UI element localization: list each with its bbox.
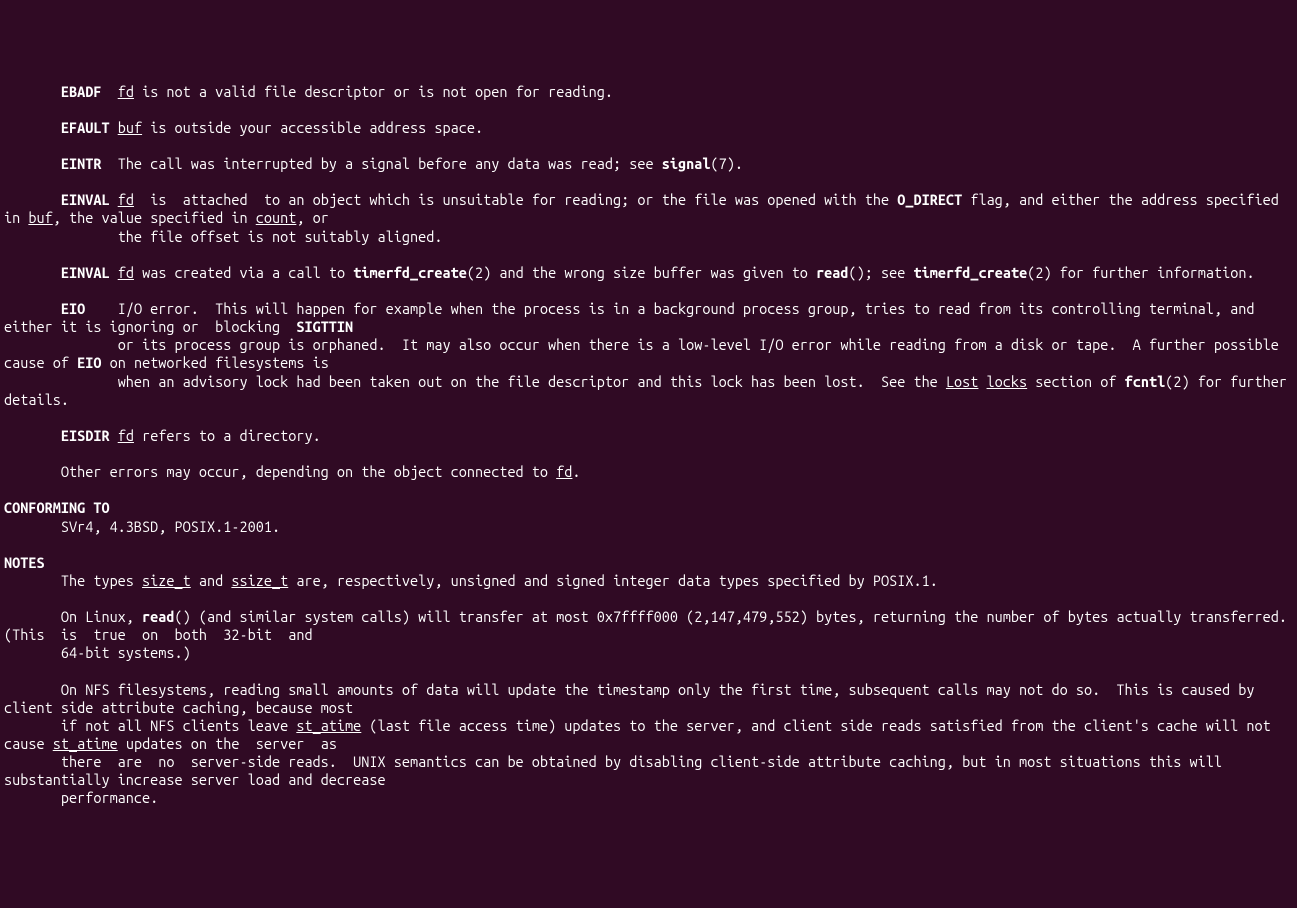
err-eisdir: EISDIR fd refers to a directory. [4, 427, 321, 444]
section-notes: NOTES The types size_t and ssize_t are, … [4, 554, 1297, 807]
err-einval-1: EINVAL fd is attached to an object which… [4, 191, 1287, 244]
err-einval-2: EINVAL fd was created via a call to time… [4, 264, 1255, 281]
err-eintr: EINTR The call was interrupted by a sign… [4, 155, 743, 172]
err-efault: EFAULT buf is outside your accessible ad… [4, 119, 483, 136]
section-conforming-to: CONFORMING TO SVr4, 4.3BSD, POSIX.1-2001… [4, 499, 280, 534]
notes-p2: On Linux, read() (and similar system cal… [4, 608, 1297, 661]
notes-p3: On NFS filesystems, reading small amount… [4, 681, 1279, 807]
err-eio: EIO I/O error. This will happen for exam… [4, 300, 1295, 408]
terminal-output: EBADF fd is not a valid file descriptor … [4, 83, 1297, 808]
err-ebadf: EBADF fd is not a valid file descriptor … [4, 83, 613, 100]
err-other: Other errors may occur, depending on the… [4, 463, 581, 480]
notes-p1: The types size_t and ssize_t are, respec… [4, 572, 938, 589]
